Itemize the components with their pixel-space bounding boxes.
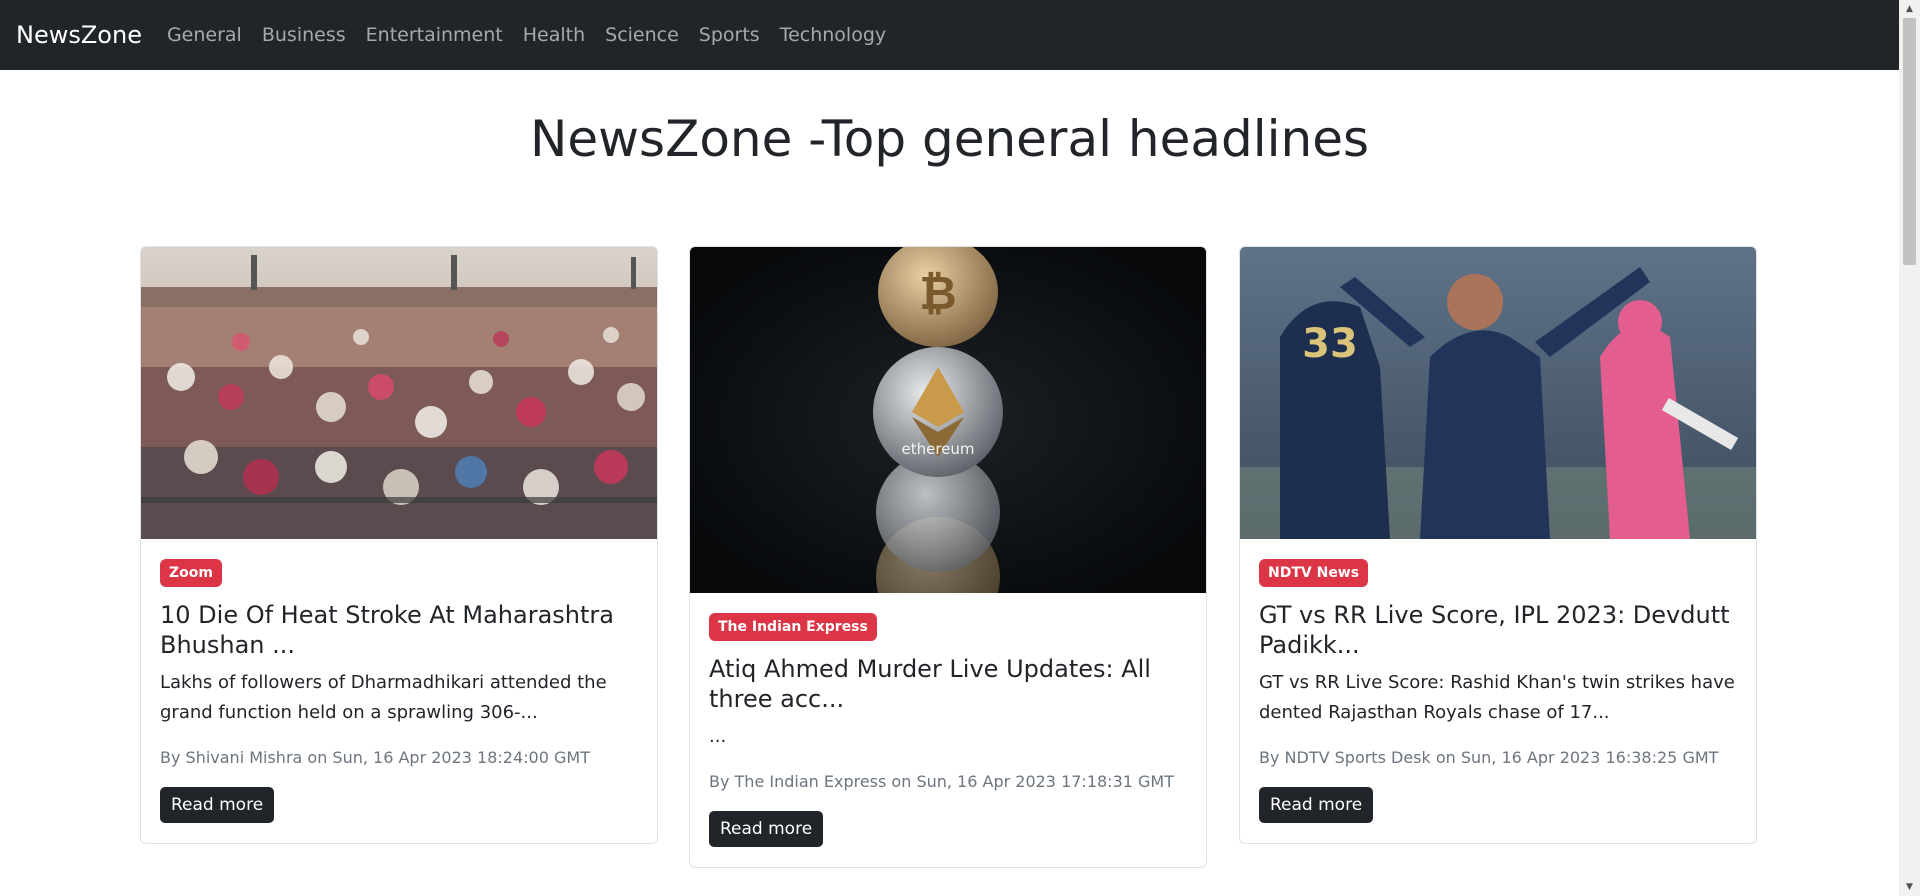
news-card: ethereum ₿ The Indian Express Atiq Ahmed… <box>689 246 1207 868</box>
nav-link-general[interactable]: General <box>167 24 242 46</box>
source-badge: Zoom <box>160 559 222 587</box>
card-image-cricket: 33 <box>1240 247 1756 539</box>
card-description: GT vs RR Live Score: Rashid Khan's twin … <box>1259 672 1735 723</box>
card-meta: By NDTV Sports Desk on Sun, 16 Apr 2023 … <box>1259 748 1719 767</box>
news-card: 33 NDTV News GT vs RR Live Score, IPL 20… <box>1239 246 1757 844</box>
read-more-button[interactable]: Read more <box>160 787 275 823</box>
card-image-crypto: ethereum ₿ <box>690 247 1206 593</box>
card-image-crowd <box>141 247 657 539</box>
source-badge: The Indian Express <box>709 613 877 641</box>
nav-link-health[interactable]: Health <box>523 24 585 46</box>
source-badge: NDTV News <box>1259 559 1369 587</box>
card-meta: By Shivani Mishra on Sun, 16 Apr 2023 18… <box>160 748 590 767</box>
vertical-scrollbar[interactable]: ▲ ▼ <box>1899 0 1920 896</box>
jersey-number-text: 33 <box>1302 321 1358 367</box>
card-body: NDTV News GT vs RR Live Score, IPL 2023:… <box>1240 539 1756 843</box>
navbar-brand[interactable]: NewsZone <box>16 21 142 49</box>
page-title: NewsZone -Top general headlines <box>529 110 1370 168</box>
read-more-button[interactable]: Read more <box>709 811 824 847</box>
news-card: Zoom 10 Die Of Heat Stroke At Maharashtr… <box>140 246 658 844</box>
nav-link-technology[interactable]: Technology <box>780 24 886 46</box>
card-title: 10 Die Of Heat Stroke At Maharashtra Bhu… <box>160 601 614 659</box>
card-title: GT vs RR Live Score, IPL 2023: Devdutt P… <box>1259 601 1730 659</box>
nav-link-business[interactable]: Business <box>262 24 346 46</box>
card-description: Lakhs of followers of Dharmadhikari atte… <box>160 672 607 723</box>
card-title: Atiq Ahmed Murder Live Updates: All thre… <box>709 655 1151 713</box>
ethereum-coin-text: ethereum <box>901 440 974 458</box>
nav-link-entertainment[interactable]: Entertainment <box>366 24 503 46</box>
nav-link-sports[interactable]: Sports <box>699 24 760 46</box>
card-description: ... <box>709 726 727 747</box>
scroll-down-arrow-icon[interactable]: ▼ <box>1899 878 1920 896</box>
svg-text:₿: ₿ <box>919 266 957 320</box>
scrollbar-thumb[interactable] <box>1903 18 1916 265</box>
card-meta: By The Indian Express on Sun, 16 Apr 202… <box>709 772 1174 791</box>
scroll-up-arrow-icon[interactable]: ▲ <box>1899 0 1920 18</box>
navbar: NewsZone General Business Entertainment … <box>0 0 1899 70</box>
nav-link-science[interactable]: Science <box>605 24 679 46</box>
read-more-button[interactable]: Read more <box>1259 787 1374 823</box>
card-body: Zoom 10 Die Of Heat Stroke At Maharashtr… <box>141 539 657 843</box>
card-body: The Indian Express Atiq Ahmed Murder Liv… <box>690 593 1206 867</box>
